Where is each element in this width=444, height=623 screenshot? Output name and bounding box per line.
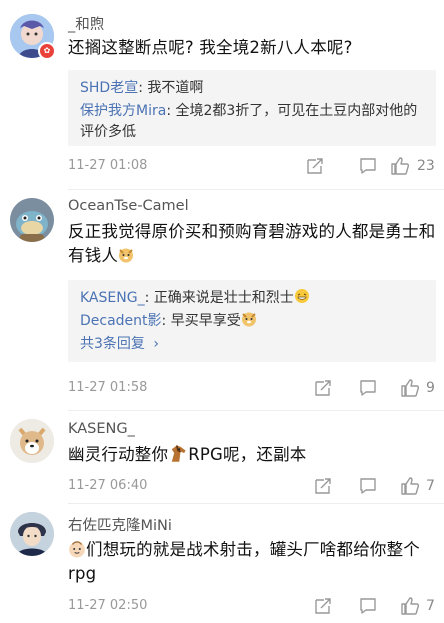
like-count: 9 (426, 380, 435, 396)
reply-text: 早买早享受 (170, 313, 241, 329)
reply-line: SHD老宣: 我不道啊 (80, 78, 424, 99)
username[interactable]: 右佐匹克隆MiNi (68, 514, 172, 535)
baby-emoji (68, 540, 86, 558)
comment-text-part: 幽灵行动整你 (68, 445, 169, 464)
comment-item: ✿ _和煦 还搁这整断点呢? 我全境2新八人本呢? SHD老宣: 我不道啊 保护… (0, 0, 444, 182)
reply-text: 我不道啊 (147, 80, 204, 96)
timestamp: 11-27 01:58 (68, 380, 148, 395)
reply-line: 保护我方Mira: 全境2都3折了，可见在土豆内部对他的评价多低 (80, 101, 424, 143)
like-count: 7 (426, 478, 435, 494)
comment-icon[interactable] (358, 156, 378, 176)
comment-text-part: RPG呢，还副本 (188, 445, 307, 464)
reply-author[interactable]: SHD老宣 (80, 80, 138, 96)
thumbs-up-icon[interactable] (400, 596, 420, 616)
laugh-emoji (294, 288, 310, 304)
comment-meta: 11-27 01:08 23 (68, 156, 436, 176)
timestamp: 11-27 02:50 (68, 598, 148, 613)
comment-icon[interactable] (358, 596, 378, 616)
avatar[interactable] (10, 198, 54, 242)
reply-separator: : (161, 313, 171, 329)
reply-author[interactable]: KASENG_ (80, 290, 145, 306)
comment-icon[interactable] (358, 378, 378, 398)
thumbs-up-icon[interactable] (400, 378, 420, 398)
share-icon[interactable] (313, 378, 333, 398)
share-icon[interactable] (313, 596, 333, 616)
username[interactable]: OceanTse-Camel (68, 198, 189, 214)
reply-line: Decadent影: 早买早享受 (80, 311, 424, 332)
share-icon[interactable] (305, 156, 325, 176)
comment-item: 右佐匹克隆MiNi 们想玩的就是战术射击，罐头厂啥都给你整个rpg 11-27 … (0, 504, 444, 623)
vip-badge: ✿ (38, 42, 56, 60)
comment-meta: 11-27 01:58 9 (68, 378, 436, 398)
comment-text-part: 们想玩的就是战术射击，罐头厂啥都给你整个rpg (68, 540, 420, 583)
comment-text: 幽灵行动整你 RPG呢，还副本 (68, 443, 436, 467)
comment-icon[interactable] (358, 476, 378, 496)
comment-item: KASENG_ 幽灵行动整你 RPG呢，还副本 11-27 06:40 7 (0, 411, 444, 507)
thumbs-up-icon[interactable] (390, 156, 410, 176)
reply-line: KASENG_: 正确来说是壮士和烈士 (80, 288, 424, 309)
reply-text: 正确来说是壮士和烈士 (153, 290, 294, 306)
comment-text: 们想玩的就是战术射击，罐头厂啥都给你整个rpg (68, 538, 436, 586)
timestamp: 11-27 06:40 (68, 478, 148, 493)
doge-emoji (118, 247, 134, 263)
reply-separator: : (144, 290, 154, 306)
doge-emoji (241, 311, 257, 327)
reply-box[interactable]: KASENG_: 正确来说是壮士和烈士 Decadent影: 早买早享受 共3条… (68, 280, 436, 362)
reply-separator: : (138, 80, 148, 96)
timestamp: 11-27 01:08 (68, 158, 148, 173)
avatar[interactable] (10, 419, 54, 463)
reply-box[interactable]: SHD老宣: 我不道啊 保护我方Mira: 全境2都3折了，可见在土豆内部对他的… (68, 70, 436, 146)
username[interactable]: KASENG_ (68, 421, 135, 437)
like-count: 7 (426, 598, 435, 614)
chevron-right-icon: › (153, 336, 159, 352)
reply-author[interactable]: Decadent影 (80, 313, 162, 329)
comment-text: 还搁这整断点呢? 我全境2新八人本呢? (68, 38, 353, 57)
like-count: 23 (417, 158, 435, 174)
comment-text: 反正我觉得原价买和预购育碧游戏的人都是勇士和有钱人 (68, 220, 436, 268)
thumbs-up-icon[interactable] (400, 476, 420, 496)
more-replies-link[interactable]: 共3条回复 › (80, 334, 424, 355)
username[interactable]: _和煦 (68, 13, 104, 34)
comment-meta: 11-27 02:50 7 (68, 596, 436, 616)
share-icon[interactable] (313, 476, 333, 496)
horse-emoji (168, 443, 188, 463)
comment-meta: 11-27 06:40 7 (68, 476, 436, 496)
more-replies-label: 共3条回复 (80, 336, 145, 352)
avatar[interactable] (10, 512, 54, 556)
comment-item: OceanTse-Camel 反正我觉得原价买和预购育碧游戏的人都是勇士和有钱人… (0, 190, 444, 410)
reply-author[interactable]: 保护我方Mira (80, 103, 166, 119)
